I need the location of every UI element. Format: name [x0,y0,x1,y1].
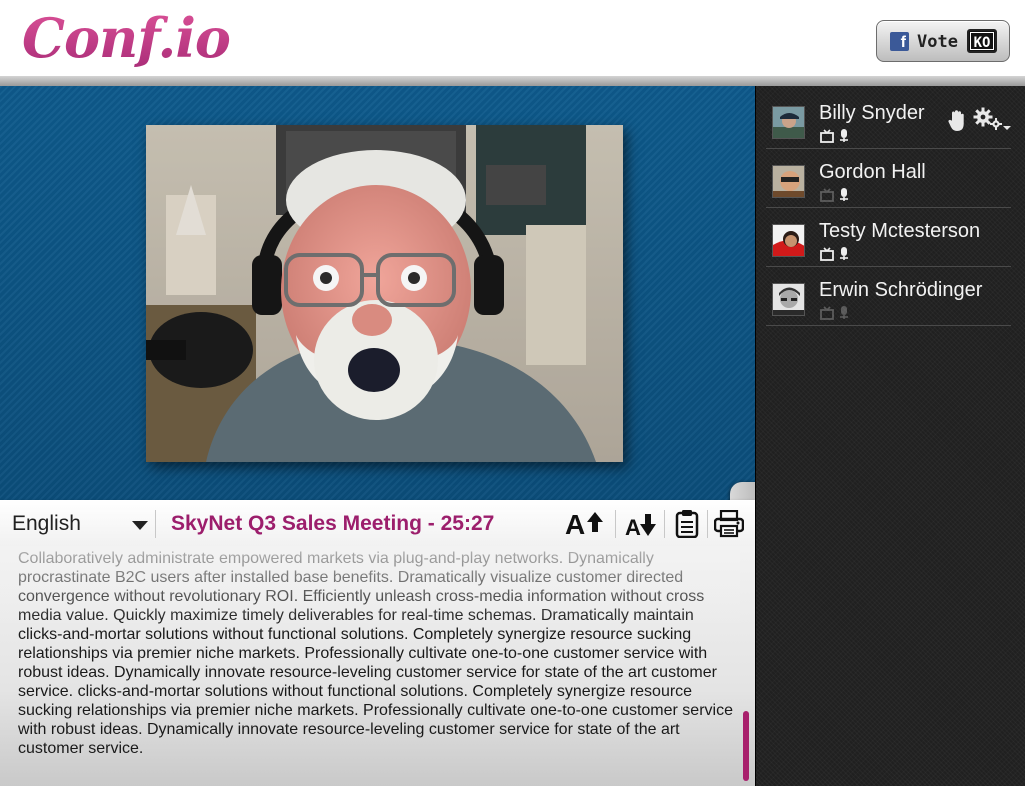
meeting-title: SkyNet Q3 Sales Meeting - 25:27 [171,512,495,535]
participant-row[interactable]: Billy Snyder [766,90,1011,149]
transcript-panel[interactable]: Collaboratively administrate empowered m… [0,546,755,786]
increase-font-icon[interactable]: A [565,508,609,542]
language-select-value: English [12,512,81,535]
svg-text:A: A [625,515,641,540]
transcript-toolbar: English SkyNet Q3 Sales Meeting - 25:27 … [0,500,755,546]
video-camera-icon [820,306,834,320]
divider [615,510,616,538]
vote-button-label: Vote [917,32,958,52]
svg-text:A: A [565,509,585,538]
microphone-icon [840,129,848,142]
participant-row[interactable]: Gordon Hall [766,149,1011,208]
video-camera-icon [820,188,834,202]
print-icon[interactable] [713,509,745,542]
participant-name: Erwin Schrödinger [819,279,983,301]
participant-row[interactable]: Testy Mctesterson [766,208,1011,267]
divider [707,510,708,538]
video-camera-icon [820,129,834,143]
ko-badge: KO [967,29,997,53]
video-stage [0,86,755,562]
participant-row[interactable]: Erwin Schrödinger [766,267,1011,326]
video-camera-icon [820,247,834,261]
participant-name: Testy Mctesterson [819,220,981,242]
facebook-icon: f [890,32,909,51]
video-frame-image [146,125,623,462]
language-select[interactable]: English [12,512,152,538]
microphone-icon [840,247,848,260]
divider [664,510,665,538]
transcript-scrollbar[interactable] [743,711,749,781]
microphone-icon [840,306,848,319]
conf-io-logo[interactable]: Conf.io [22,2,231,74]
transcript-text: Collaboratively administrate empowered m… [18,550,733,757]
participants-sidebar: Billy Snyder Gordon Hall Testy Mctesters… [755,86,1025,786]
decrease-font-icon[interactable]: A [625,510,661,544]
raise-hand-icon[interactable] [948,110,966,132]
participant-name: Billy Snyder [819,102,925,124]
microphone-icon [840,188,848,201]
vote-button[interactable]: f Vote KO [876,20,1010,62]
avatar [772,224,805,257]
video-feed[interactable] [146,125,623,462]
settings-gear-icon[interactable] [972,107,1012,133]
app-header: Conf.io f Vote KO [0,0,1025,76]
divider [155,510,156,538]
avatar [772,106,805,139]
header-divider [0,76,1025,86]
chevron-down-icon [132,521,148,530]
avatar [772,283,805,316]
avatar [772,165,805,198]
clipboard-icon[interactable] [675,508,699,542]
participant-name: Gordon Hall [819,161,926,183]
